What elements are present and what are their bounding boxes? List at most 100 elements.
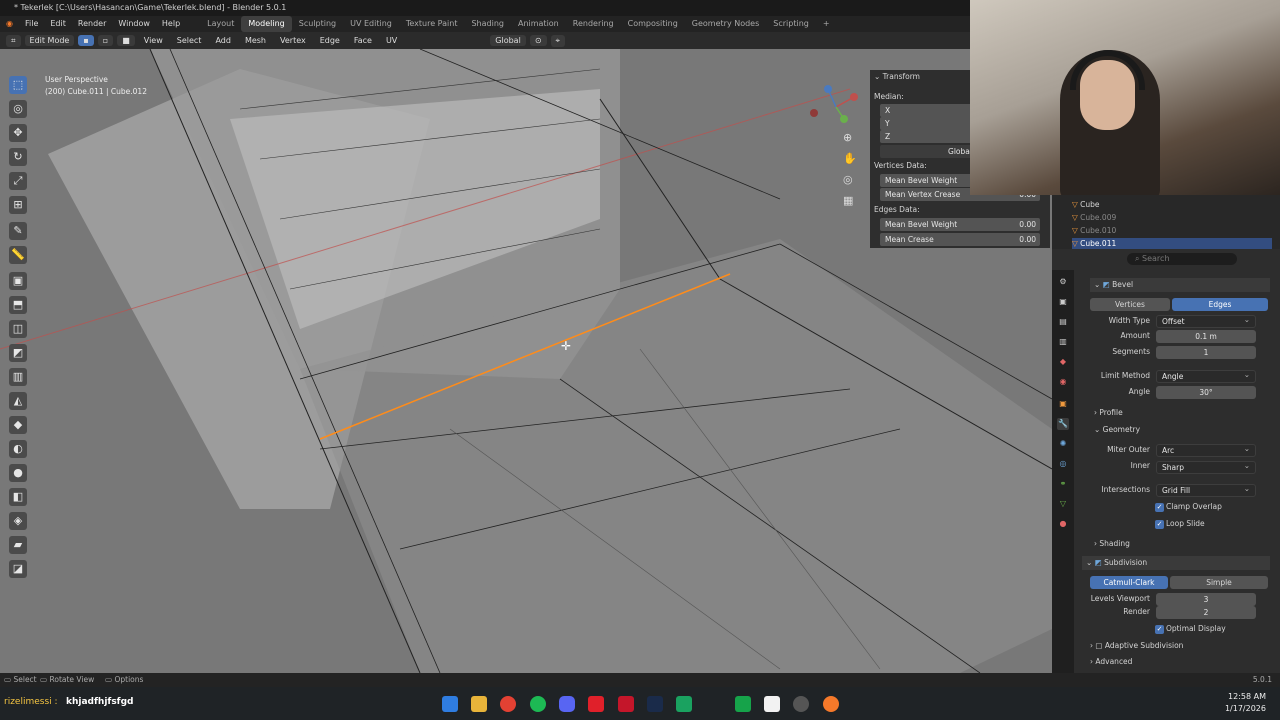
- optimal-display-checkbox[interactable]: ✓: [1155, 625, 1164, 634]
- app-icon-red[interactable]: [618, 696, 634, 712]
- face-select-mode-icon[interactable]: ■: [117, 35, 135, 46]
- amount-field[interactable]: 0.1 m: [1156, 330, 1256, 343]
- bevel-edges-button[interactable]: Edges: [1172, 298, 1268, 311]
- menu-edit[interactable]: Edit: [44, 16, 72, 32]
- tab-rendering[interactable]: Rendering: [566, 16, 621, 32]
- bevel-modifier-header[interactable]: ⌄ ◩ Bevel: [1090, 278, 1270, 292]
- discord-icon[interactable]: [559, 696, 575, 712]
- rip-tool-icon[interactable]: ◪: [9, 560, 27, 578]
- menu-render[interactable]: Render: [72, 16, 112, 32]
- bevel-vertices-button[interactable]: Vertices: [1090, 298, 1170, 311]
- menu-window[interactable]: Window: [112, 16, 156, 32]
- grid-view-icon[interactable]: ▦: [843, 194, 853, 207]
- edge-select-mode-icon[interactable]: ▫: [97, 35, 114, 46]
- physics-tab-icon[interactable]: ◎: [1057, 458, 1069, 470]
- menu-view[interactable]: View: [139, 36, 168, 45]
- rotate-tool-icon[interactable]: ↻: [9, 148, 27, 166]
- add-workspace-icon[interactable]: +: [816, 16, 837, 32]
- scene-tab-icon[interactable]: ◆: [1057, 356, 1069, 368]
- menu-uv[interactable]: UV: [381, 36, 402, 45]
- simple-button[interactable]: Simple: [1170, 576, 1268, 589]
- angle-field[interactable]: 30°: [1156, 386, 1256, 399]
- shrink-fatten-tool-icon[interactable]: ◈: [9, 512, 27, 530]
- chrome-icon[interactable]: [500, 696, 516, 712]
- spotify-icon[interactable]: [530, 696, 546, 712]
- constraints-tab-icon[interactable]: ⚭: [1057, 478, 1069, 490]
- select-box-tool-icon[interactable]: ⬚: [9, 76, 27, 94]
- render-tab-icon[interactable]: ▣: [1057, 296, 1069, 308]
- segments-field[interactable]: 1: [1156, 346, 1256, 359]
- menu-help[interactable]: Help: [156, 16, 186, 32]
- bevel-tool-icon[interactable]: ◩: [9, 344, 27, 362]
- modifiers-wrench-icon[interactable]: 🔧: [1057, 418, 1069, 430]
- blender-logo-icon[interactable]: ◉: [0, 16, 19, 32]
- geometry-subpanel[interactable]: ⌄ Geometry: [1094, 423, 1140, 437]
- scale-tool-icon[interactable]: ⤢: [9, 172, 27, 190]
- menu-select[interactable]: Select: [172, 36, 207, 45]
- profile-subpanel[interactable]: › Profile: [1094, 406, 1123, 420]
- app-icon-white[interactable]: [764, 696, 780, 712]
- loop-cut-tool-icon[interactable]: ▥: [9, 368, 27, 386]
- inset-tool-icon[interactable]: ◫: [9, 320, 27, 338]
- intersections-dropdown[interactable]: Grid Fill: [1156, 483, 1256, 497]
- inner-dropdown[interactable]: Sharp: [1156, 460, 1256, 474]
- view-layer-tab-icon[interactable]: ▥: [1057, 336, 1069, 348]
- app-icon-green[interactable]: [676, 696, 692, 712]
- file-explorer-icon[interactable]: [471, 696, 487, 712]
- world-tab-icon[interactable]: ◉: [1057, 376, 1069, 388]
- output-tab-icon[interactable]: ▤: [1057, 316, 1069, 328]
- levels-viewport-field[interactable]: 3: [1156, 593, 1256, 606]
- app-icon-green-2[interactable]: [735, 696, 751, 712]
- knife-tool-icon[interactable]: ◭: [9, 392, 27, 410]
- vertex-select-mode-icon[interactable]: ▪: [78, 35, 94, 46]
- loop-slide-checkbox[interactable]: ✓: [1155, 520, 1164, 529]
- material-tab-icon[interactable]: ●: [1057, 518, 1069, 530]
- advanced-subpanel[interactable]: › Advanced: [1090, 655, 1132, 669]
- outliner-item[interactable]: ▽ Cube.010: [1072, 225, 1272, 237]
- edge-slide-tool-icon[interactable]: ◧: [9, 488, 27, 506]
- particles-tab-icon[interactable]: ✺: [1057, 438, 1069, 450]
- obs-record-icon[interactable]: [588, 696, 604, 712]
- tab-scripting[interactable]: Scripting: [766, 16, 816, 32]
- editor-type-icon[interactable]: ⌗: [6, 34, 21, 47]
- object-tab-icon[interactable]: ▣: [1057, 398, 1069, 410]
- tab-modeling[interactable]: Modeling: [241, 16, 292, 32]
- menu-mesh[interactable]: Mesh: [240, 36, 271, 45]
- tab-uv-editing[interactable]: UV Editing: [343, 16, 399, 32]
- tab-geometry-nodes[interactable]: Geometry Nodes: [685, 16, 766, 32]
- tool-tab-icon[interactable]: ⚙: [1057, 276, 1069, 288]
- subdivision-modifier-header[interactable]: ⌄ ◩ Subdivision: [1082, 556, 1270, 570]
- annotate-tool-icon[interactable]: ✎: [9, 222, 27, 240]
- tab-sculpting[interactable]: Sculpting: [292, 16, 343, 32]
- add-cube-tool-icon[interactable]: ▣: [9, 272, 27, 290]
- adaptive-subdivision-subpanel[interactable]: › ▢ Adaptive Subdivision: [1090, 639, 1183, 653]
- tab-shading[interactable]: Shading: [464, 16, 511, 32]
- miter-outer-dropdown[interactable]: Arc: [1156, 443, 1256, 457]
- outliner-item[interactable]: ▽ Cube.009: [1072, 212, 1272, 224]
- outliner-item[interactable]: ▽ Cube: [1072, 199, 1272, 211]
- tab-compositing[interactable]: Compositing: [621, 16, 685, 32]
- transform-tool-icon[interactable]: ⊞: [9, 196, 27, 214]
- navigation-gizmo[interactable]: [806, 79, 866, 129]
- tab-layout[interactable]: Layout: [200, 16, 241, 32]
- cursor-tool-icon[interactable]: ◎: [9, 100, 27, 118]
- move-tool-icon[interactable]: ✥: [9, 124, 27, 142]
- mean-bevel-weight-edge-field[interactable]: Mean Bevel Weight 0.00: [880, 218, 1040, 231]
- menu-vertex[interactable]: Vertex: [275, 36, 311, 45]
- spin-tool-icon[interactable]: ◐: [9, 440, 27, 458]
- catmull-clark-button[interactable]: Catmull-Clark: [1090, 576, 1168, 589]
- clamp-overlap-checkbox[interactable]: ✓: [1155, 503, 1164, 512]
- shading-subpanel[interactable]: › Shading: [1094, 537, 1130, 551]
- menu-face[interactable]: Face: [349, 36, 377, 45]
- tab-texture-paint[interactable]: Texture Paint: [399, 16, 465, 32]
- menu-edge[interactable]: Edge: [315, 36, 345, 45]
- render-levels-field[interactable]: 2: [1156, 606, 1256, 619]
- camera-icon[interactable]: ◎: [843, 173, 853, 186]
- windows-start-icon[interactable]: [442, 696, 458, 712]
- transform-orientation-dropdown[interactable]: Global: [490, 35, 526, 46]
- properties-search[interactable]: ⌕ Search: [1127, 253, 1237, 265]
- width-type-dropdown[interactable]: Offset: [1156, 314, 1256, 328]
- steam-icon[interactable]: [647, 696, 663, 712]
- data-tab-icon[interactable]: ▽: [1057, 498, 1069, 510]
- measure-tool-icon[interactable]: 📏: [9, 246, 27, 264]
